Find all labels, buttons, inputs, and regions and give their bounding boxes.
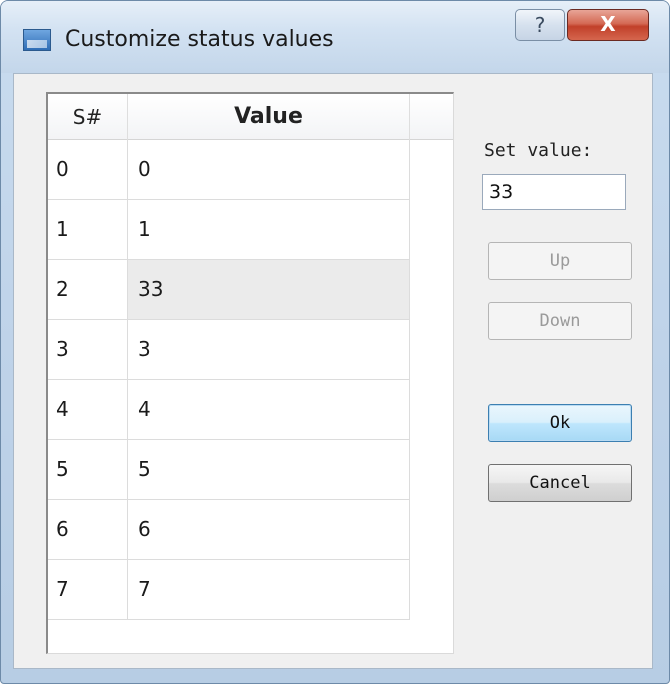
status-values-table[interactable]: S# Value 0 0 1 1 2 33 3 3 4 4 5 5 6 6 7 7 — [46, 92, 454, 654]
cell-value[interactable]: 6 — [128, 500, 410, 559]
down-button[interactable]: Down — [488, 302, 632, 340]
column-header-value[interactable]: Value — [128, 94, 410, 140]
table-row[interactable]: 11 — [48, 200, 410, 260]
help-button[interactable]: ? — [515, 9, 565, 41]
app-window-icon — [23, 29, 51, 51]
table-row[interactable]: 66 — [48, 500, 410, 560]
cell-value[interactable]: 33 — [128, 260, 410, 319]
window-title: Customize status values — [65, 27, 334, 52]
dialog-window: Customize status values ? X S# Value 001… — [0, 0, 670, 684]
title-bar[interactable]: Customize status values ? X — [1, 1, 669, 73]
ok-button[interactable]: Ok — [488, 404, 632, 442]
column-header-sn[interactable]: S# — [48, 94, 128, 140]
cell-sn[interactable]: 3 — [48, 320, 128, 379]
cell-sn[interactable]: 2 — [48, 260, 128, 319]
table-row[interactable]: 33 — [48, 320, 410, 380]
cell-value[interactable]: 3 — [128, 320, 410, 379]
cell-sn[interactable]: 6 — [48, 500, 128, 559]
cell-value[interactable]: 0 — [128, 140, 410, 199]
cell-sn[interactable]: 4 — [48, 380, 128, 439]
cell-sn[interactable]: 1 — [48, 200, 128, 259]
table-row[interactable]: 55 — [48, 440, 410, 500]
cell-value[interactable]: 5 — [128, 440, 410, 499]
column-header-filler — [410, 94, 453, 140]
cell-sn[interactable]: 0 — [48, 140, 128, 199]
close-button[interactable]: X — [567, 9, 649, 41]
cell-sn[interactable]: 7 — [48, 560, 128, 619]
table-header: S# Value — [48, 94, 453, 140]
set-value-input[interactable] — [482, 174, 626, 210]
cancel-button[interactable]: Cancel — [488, 464, 632, 502]
dialog-client-area: S# Value 00112333344556677 Set value: Up… — [13, 73, 653, 669]
table-row[interactable]: 00 — [48, 140, 410, 200]
table-row[interactable]: 77 — [48, 560, 410, 620]
table-row[interactable]: 2 33 — [48, 260, 410, 320]
table-row[interactable]: 44 — [48, 380, 410, 440]
up-button[interactable]: Up — [488, 242, 632, 280]
cell-value[interactable]: 4 — [128, 380, 410, 439]
cell-value[interactable]: 7 — [128, 560, 410, 619]
set-value-label: Set value: — [484, 140, 593, 161]
cell-value[interactable]: 1 — [128, 200, 410, 259]
cell-sn[interactable]: 5 — [48, 440, 128, 499]
